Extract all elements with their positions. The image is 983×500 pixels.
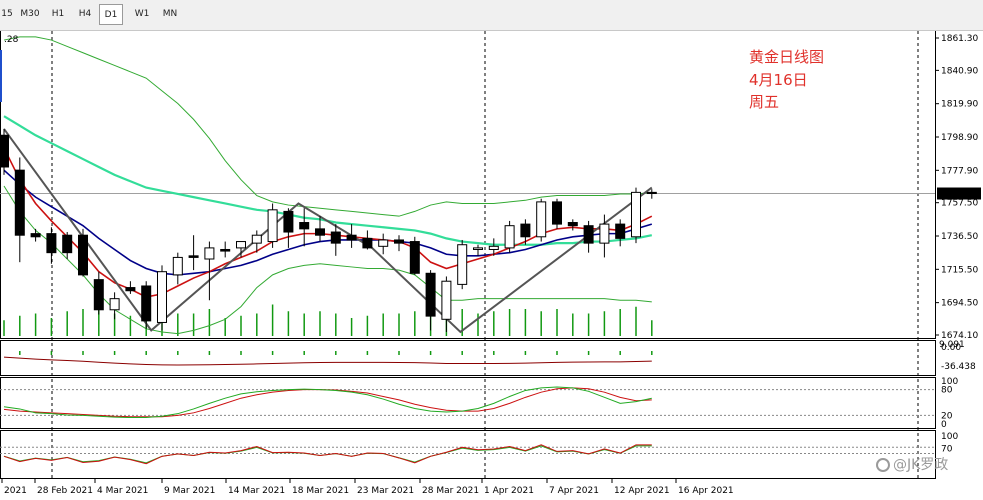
candle-body: [330, 231, 341, 244]
candle-body: [567, 222, 578, 227]
candle-body: [631, 191, 641, 238]
candle-body: [188, 255, 199, 258]
timeframe-h4-button[interactable]: H4: [74, 4, 96, 25]
price-axis-label: 1798.90: [941, 133, 978, 143]
timeframe-mn-button[interactable]: MN: [157, 4, 183, 25]
candle-body: [30, 233, 41, 238]
candle-body: [220, 248, 231, 252]
date-axis-label: 9 Mar 2021: [164, 486, 215, 496]
candle-body: [46, 233, 57, 254]
date-axis-label: 1 Apr 2021: [484, 486, 534, 496]
rsi-axis-label: 100: [941, 432, 958, 442]
candle-body: [488, 245, 499, 250]
timeframe-toolbar: 15 M30 H1 H4 D1 W1 MN: [0, 0, 983, 31]
timeframe-15-button[interactable]: 15: [0, 4, 14, 25]
candle-body: [172, 256, 183, 276]
candle-body: [346, 234, 357, 241]
date-axis-label: 16 Apr 2021: [678, 486, 734, 496]
chart-background: [0, 30, 983, 500]
price-axis-label: 1861.30: [941, 34, 978, 44]
price-axis-label: 1757.50: [941, 199, 978, 209]
macd-axis-label: -36.438: [941, 362, 976, 372]
candle-body: [409, 241, 420, 274]
macd-axis-label: 0.00: [941, 343, 961, 353]
date-axis-label: 23 Mar 2021: [357, 486, 414, 496]
timeframe-m30-button[interactable]: M30: [16, 4, 44, 25]
candle-body: [473, 247, 483, 250]
top-left-value: .28: [4, 35, 19, 45]
price-chart[interactable]: .28 1861.30 1840.90 1819.90 1798.90 1777.90 17…: [0, 0, 983, 500]
candle-body: [362, 237, 373, 249]
candle-body: [504, 225, 515, 249]
date-axis-label: 4 Mar 2021: [97, 486, 148, 496]
price-axis-label: 1819.90: [941, 100, 978, 110]
candle-body: [394, 239, 404, 244]
date-axis-label: 2021: [4, 486, 27, 496]
candle-body: [552, 201, 562, 225]
candle-body: [93, 279, 104, 311]
watermark-icon: [876, 458, 890, 472]
timeframe-d1-button[interactable]: D1: [99, 4, 123, 25]
candle-body: [299, 222, 310, 230]
annotation-title: 黄金日线图: [749, 48, 825, 66]
candle-body: [78, 234, 88, 276]
candle-body: [283, 210, 294, 233]
timeframe-h1-button[interactable]: H1: [46, 4, 70, 25]
annotation-date: 4月16日: [749, 71, 808, 89]
price-axis-label: 1736.50: [941, 232, 978, 242]
candle-body: [315, 228, 325, 236]
candle-body: [141, 285, 152, 322]
date-axis-label: 14 Mar 2021: [228, 486, 285, 496]
stoch-axis-label: 80: [941, 386, 953, 396]
candle-body: [457, 244, 468, 285]
candle-body: [378, 239, 389, 247]
date-axis-label: 12 Apr 2021: [614, 486, 670, 496]
watermark: @JK罗政: [876, 454, 948, 474]
price-axis-label: 1840.90: [941, 66, 978, 76]
date-axis-label: 28 Mar 2021: [422, 486, 479, 496]
candle-body: [536, 201, 547, 238]
candle-body: [157, 271, 167, 323]
price-axis-label: 1715.50: [941, 265, 978, 275]
candle-body: [109, 298, 120, 311]
candle-body: [0, 134, 9, 168]
date-axis-label: 7 Apr 2021: [549, 486, 599, 496]
price-axis-label: 1694.50: [941, 299, 978, 309]
candle-body: [646, 191, 657, 195]
candle-body: [520, 223, 531, 238]
candle-body: [236, 241, 246, 249]
rsi-axis-label: 70: [941, 444, 953, 454]
candle-body: [125, 287, 136, 292]
candle-body: [441, 280, 452, 320]
timeframe-w1-button[interactable]: W1: [130, 4, 154, 25]
annotation-weekday: 周五: [749, 93, 780, 111]
candle-body: [14, 169, 25, 236]
candle-body: [204, 247, 215, 260]
candle-body: [599, 223, 610, 244]
candle-body: [583, 225, 594, 244]
candle-body: [62, 234, 73, 254]
date-axis-label: 28 Feb 2021: [37, 486, 93, 496]
candle-body: [251, 234, 262, 244]
candle-body: [425, 272, 436, 317]
candle-body: [267, 209, 278, 243]
date-axis-label: 18 Mar 2021: [292, 486, 349, 496]
watermark-text: @JK罗政: [893, 457, 949, 473]
current-price-value: 1763.28: [940, 190, 977, 200]
price-axis-label: 1777.90: [941, 166, 978, 176]
candle-body: [615, 223, 626, 239]
stoch-axis-label: 0: [941, 420, 947, 430]
